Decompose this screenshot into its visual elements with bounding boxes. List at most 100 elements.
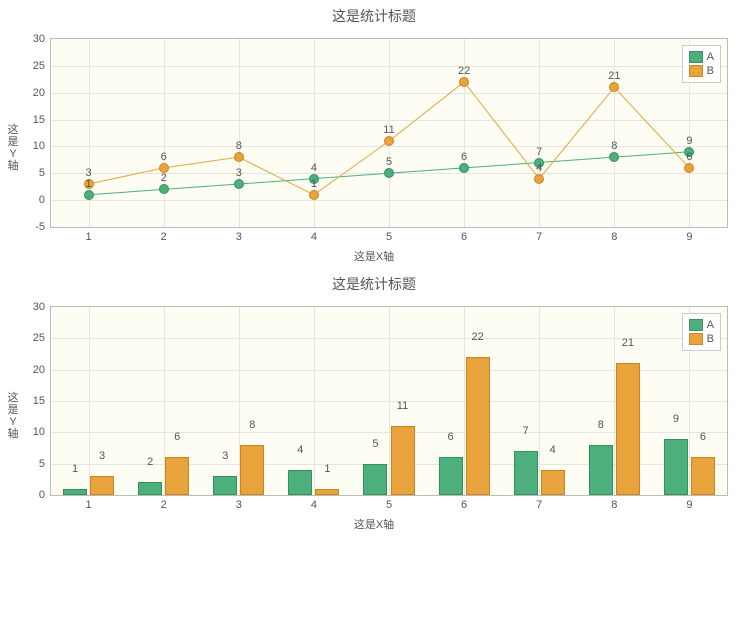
- bar: [90, 476, 114, 495]
- data-label: 22: [458, 65, 470, 77]
- legend-item-b: B: [689, 332, 714, 346]
- data-label: 8: [598, 419, 604, 431]
- bar: [589, 445, 613, 495]
- data-label: 22: [472, 331, 484, 343]
- legend-swatch-a: [689, 319, 703, 331]
- y-tick: 30: [33, 33, 51, 45]
- bar: [138, 482, 162, 495]
- legend-item-b: B: [689, 64, 714, 78]
- legend-label: B: [707, 332, 714, 346]
- data-label: 4: [536, 162, 542, 174]
- data-point: [384, 168, 394, 178]
- bar: [240, 445, 264, 495]
- gridline-v: [539, 307, 540, 495]
- data-point: [384, 136, 394, 146]
- x-tick: 9: [686, 227, 692, 243]
- gridline-v: [89, 307, 90, 495]
- data-label: 1: [311, 178, 317, 190]
- data-label: 21: [622, 337, 634, 349]
- data-label: 4: [311, 162, 317, 174]
- y-tick: 30: [33, 301, 51, 313]
- data-point: [609, 152, 619, 162]
- bar: [664, 439, 688, 495]
- data-label: 7: [523, 425, 529, 437]
- data-point: [609, 82, 619, 92]
- y-tick: 10: [33, 426, 51, 438]
- x-axis-label: 这是X轴: [0, 248, 748, 264]
- gridline-v: [314, 307, 315, 495]
- data-label: 3: [99, 450, 105, 462]
- x-tick: 9: [686, 495, 692, 511]
- bar: [466, 357, 490, 495]
- data-label: 3: [85, 167, 91, 179]
- data-label: 1: [85, 178, 91, 190]
- chart-title: 这是统计标题: [0, 268, 748, 296]
- data-point: [84, 190, 94, 200]
- x-axis-label: 这是X轴: [0, 516, 748, 532]
- bar: [616, 363, 640, 495]
- data-label: 7: [536, 146, 542, 158]
- x-tick: 8: [611, 227, 617, 243]
- data-label: 1: [72, 463, 78, 475]
- data-label: 5: [372, 438, 378, 450]
- data-label: 1: [324, 463, 330, 475]
- legend-swatch-b: [689, 65, 703, 77]
- data-label: 2: [147, 456, 153, 468]
- legend-swatch-b: [689, 333, 703, 345]
- line-chart: 这是统计标题 这是Y轴 A B -50510152025301234567891…: [0, 0, 748, 268]
- bar: [691, 457, 715, 495]
- legend: A B: [682, 45, 721, 83]
- bar: [315, 489, 339, 495]
- data-label: 8: [249, 419, 255, 431]
- y-tick: -5: [35, 221, 51, 233]
- data-label: 3: [222, 450, 228, 462]
- bar: [439, 457, 463, 495]
- x-tick: 1: [85, 495, 91, 511]
- data-label: 8: [236, 140, 242, 152]
- x-tick: 5: [386, 495, 392, 511]
- y-tick: 10: [33, 140, 51, 152]
- plot-area: A B 051015202530123456789123456789368111…: [50, 306, 728, 496]
- x-tick: 4: [311, 495, 317, 511]
- y-tick: 0: [39, 489, 51, 501]
- y-axis-label: 这是Y轴: [6, 392, 20, 440]
- data-point: [459, 77, 469, 87]
- x-tick: 3: [236, 495, 242, 511]
- data-label: 6: [448, 431, 454, 443]
- bar: [165, 457, 189, 495]
- legend-swatch-a: [689, 51, 703, 63]
- x-tick: 5: [386, 227, 392, 243]
- data-point: [459, 163, 469, 173]
- data-point: [684, 163, 694, 173]
- legend-item-a: A: [689, 50, 714, 64]
- x-tick: 8: [611, 495, 617, 511]
- y-tick: 15: [33, 395, 51, 407]
- data-label: 4: [297, 444, 303, 456]
- x-tick: 1: [85, 227, 91, 243]
- bar: [63, 489, 87, 495]
- data-label: 6: [700, 431, 706, 443]
- data-label: 9: [686, 135, 692, 147]
- x-tick: 2: [161, 227, 167, 243]
- data-label: 9: [673, 413, 679, 425]
- data-label: 11: [383, 124, 394, 136]
- plot-area: A B -50510152025301234567891234567893681…: [50, 38, 728, 228]
- data-label: 2: [161, 172, 167, 184]
- data-label: 6: [174, 431, 180, 443]
- data-point: [234, 152, 244, 162]
- legend-label: A: [707, 50, 714, 64]
- y-tick: 20: [33, 364, 51, 376]
- y-tick: 5: [39, 458, 51, 470]
- y-tick: 25: [33, 60, 51, 72]
- legend-label: A: [707, 318, 714, 332]
- data-point: [234, 179, 244, 189]
- legend-item-a: A: [689, 318, 714, 332]
- data-label: 6: [461, 151, 467, 163]
- data-point: [534, 174, 544, 184]
- bar: [391, 426, 415, 495]
- data-label: 8: [611, 140, 617, 152]
- data-point: [309, 190, 319, 200]
- x-tick: 6: [461, 495, 467, 511]
- x-tick: 7: [536, 495, 542, 511]
- data-label: 6: [161, 151, 167, 163]
